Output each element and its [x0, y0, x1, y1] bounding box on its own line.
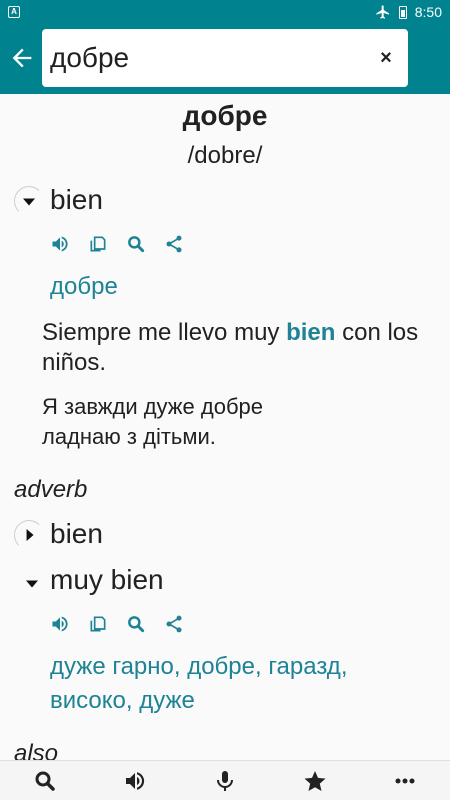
- share-icon[interactable]: [164, 614, 184, 634]
- sense-actions: [50, 614, 184, 634]
- clock: 8:50: [414, 4, 442, 20]
- microphone-tab[interactable]: [212, 768, 238, 794]
- example-sentence: Siempre me llevo muy bien con los niños.: [42, 318, 432, 378]
- example-translation: Я завжди дуже добре ладнаю з дітьми.: [42, 394, 264, 449]
- sense-actions: [50, 234, 184, 254]
- sense-word[interactable]: muy bien: [50, 564, 164, 596]
- translation[interactable]: дуже гарно, добре, гаразд, високо, дуже: [50, 650, 430, 718]
- bottom-navigation: [0, 760, 450, 800]
- favorites-tab[interactable]: [302, 768, 328, 794]
- app-bar: ×: [0, 24, 450, 94]
- speaker-icon: [126, 771, 145, 790]
- chevron-down-icon: [26, 580, 38, 588]
- expand-toggle[interactable]: [14, 520, 44, 550]
- copy-icon[interactable]: [88, 234, 108, 254]
- share-icon[interactable]: [164, 234, 184, 254]
- battery-icon: [398, 5, 407, 19]
- sense-word[interactable]: bien: [50, 518, 103, 550]
- search-icon[interactable]: [126, 614, 146, 634]
- star-icon: [304, 770, 326, 791]
- notification-icon: A: [8, 6, 20, 18]
- search-icon: [35, 771, 55, 791]
- also-label: also: [14, 740, 59, 760]
- more-icon: [395, 778, 415, 783]
- chevron-down-icon: [23, 198, 35, 206]
- clear-icon[interactable]: ×: [374, 46, 398, 70]
- speaker-icon[interactable]: [50, 234, 70, 254]
- copy-icon[interactable]: [88, 614, 108, 634]
- more-tab[interactable]: [392, 768, 418, 794]
- status-bar: A 8:50: [0, 0, 450, 24]
- collapse-toggle[interactable]: [17, 568, 47, 598]
- example-text: Siempre me llevo muy: [42, 319, 287, 346]
- pronunciation: /dobre/: [187, 142, 263, 169]
- headword: добре: [182, 100, 268, 131]
- search-box[interactable]: ×: [42, 29, 408, 87]
- example-highlight: bien: [286, 319, 336, 346]
- microphone-icon: [217, 770, 233, 791]
- search-input[interactable]: [50, 42, 350, 74]
- translation[interactable]: добре: [50, 270, 118, 304]
- chevron-right-icon: [26, 529, 34, 541]
- search-tab[interactable]: [32, 768, 58, 794]
- collapse-toggle[interactable]: [14, 186, 44, 216]
- back-arrow-icon[interactable]: [8, 44, 36, 72]
- speaker-tab[interactable]: [122, 768, 148, 794]
- speaker-icon[interactable]: [50, 614, 70, 634]
- dictionary-entry: добре /dobre/ bien добре Siempre me llev…: [0, 94, 450, 760]
- search-icon[interactable]: [126, 234, 146, 254]
- part-of-speech: adverb: [14, 476, 88, 503]
- airplane-icon: [376, 5, 389, 19]
- sense-word[interactable]: bien: [50, 184, 103, 216]
